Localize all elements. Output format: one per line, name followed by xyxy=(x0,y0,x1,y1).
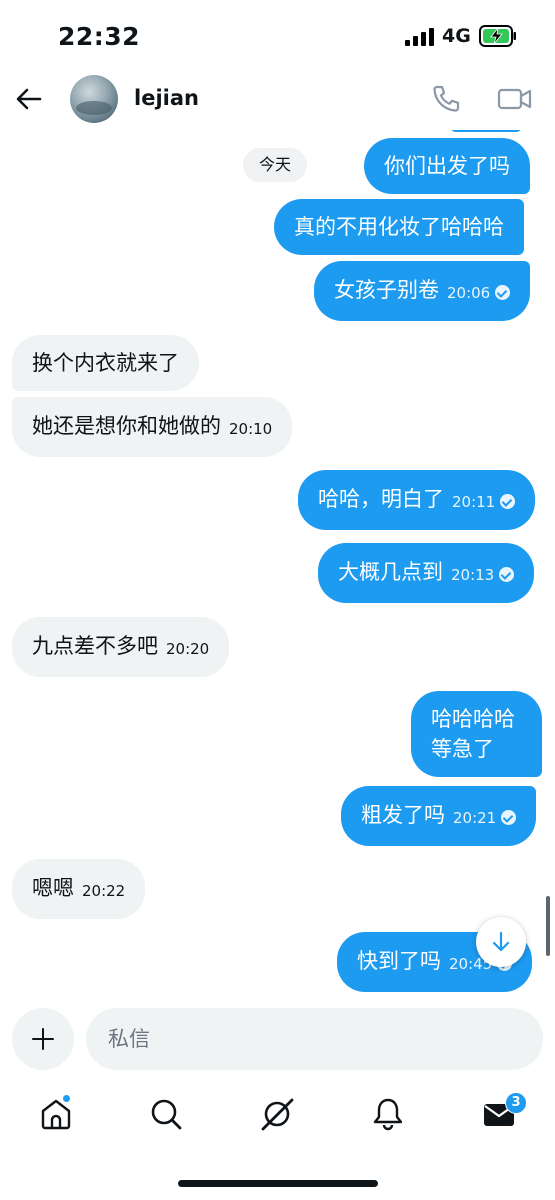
message-timestamp: 20:22 xyxy=(82,882,126,900)
message-text: 大概几点到 xyxy=(338,560,443,584)
message-text: 哈哈，明白了 xyxy=(318,487,444,511)
message-timestamp: 20:20 xyxy=(166,640,210,658)
message-bubble-outgoing[interactable]: 哈哈，明白了 20:11 xyxy=(298,470,536,530)
battery-charging-icon xyxy=(479,25,516,47)
bell-icon[interactable] xyxy=(370,1096,406,1132)
message-bubble-outgoing[interactable]: 你们出发了吗 xyxy=(364,138,530,194)
unread-count-badge: 3 xyxy=(505,1092,527,1114)
message-text-line: 哈哈哈哈 xyxy=(431,707,515,731)
message-text: 女孩子别卷 xyxy=(334,278,439,302)
status-bar: 22:32 4G xyxy=(0,0,555,70)
search-icon[interactable] xyxy=(148,1096,184,1132)
message-bubble-outgoing[interactable]: 哈哈哈哈 等急了 xyxy=(411,691,542,777)
read-check-icon xyxy=(500,493,516,509)
scroll-to-bottom-button[interactable] xyxy=(476,917,526,967)
bottom-tab-bar: 3 xyxy=(0,1080,555,1160)
message-bubble-incoming[interactable]: 换个内衣就来了 xyxy=(12,335,199,391)
read-check-icon xyxy=(501,809,517,825)
arrow-down-icon xyxy=(492,931,510,952)
home-indicator xyxy=(178,1180,378,1187)
message-bubble-outgoing[interactable]: 大概几点到 20:13 xyxy=(318,543,535,603)
video-call-icon[interactable] xyxy=(497,84,533,114)
read-check-icon xyxy=(495,284,511,300)
read-check-icon xyxy=(499,566,515,582)
message-text-line: 等急了 xyxy=(431,737,494,761)
back-arrow-icon[interactable] xyxy=(14,84,44,114)
phone-call-icon[interactable] xyxy=(430,83,462,115)
message-timestamp: 20:06 xyxy=(447,284,491,302)
message-timestamp: 20:10 xyxy=(229,420,273,438)
message-timestamp: 20:13 xyxy=(451,566,495,584)
message-bubble-incoming[interactable]: 她还是想你和她做的 20:10 xyxy=(12,397,293,457)
status-time: 22:32 xyxy=(58,22,141,51)
network-label: 4G xyxy=(442,25,471,47)
signal-icon xyxy=(405,28,435,46)
message-bubble-outgoing[interactable]: 女孩子别卷 20:06 xyxy=(314,261,531,321)
message-bubble-incoming[interactable]: 九点差不多吧 20:20 xyxy=(12,617,230,677)
message-bubble-incoming[interactable]: 嗯嗯 20:22 xyxy=(12,859,146,919)
scrollbar[interactable] xyxy=(546,896,550,956)
message-text: 九点差不多吧 xyxy=(32,634,158,658)
message-bubble-outgoing[interactable]: 粗发了吗 20:21 xyxy=(341,786,537,846)
previous-message-bubble-edge xyxy=(450,130,522,132)
message-text: 嗯嗯 xyxy=(32,876,74,900)
message-text: 快到了吗 xyxy=(357,949,441,973)
message-text: 她还是想你和她做的 xyxy=(32,414,221,438)
message-text: 粗发了吗 xyxy=(361,803,445,827)
add-attachment-button[interactable] xyxy=(12,1008,74,1070)
grok-icon[interactable] xyxy=(259,1096,295,1132)
message-timestamp: 20:21 xyxy=(453,809,497,827)
notification-dot xyxy=(62,1094,71,1103)
message-text: 换个内衣就来了 xyxy=(32,351,179,375)
contact-name[interactable]: lejian xyxy=(134,86,199,110)
message-input[interactable] xyxy=(86,1008,543,1070)
message-timestamp: 20:11 xyxy=(452,493,496,511)
message-text: 真的不用化妆了哈哈哈 xyxy=(294,215,504,239)
message-bubble-outgoing[interactable]: 真的不用化妆了哈哈哈 xyxy=(274,199,524,255)
message-composer xyxy=(0,1002,555,1078)
message-list[interactable]: 今天 你们出发了吗 真的不用化妆了哈哈哈 女孩子别卷 20:06 换个内衣就来了 … xyxy=(0,130,555,1002)
conversation-header: lejian xyxy=(0,70,555,130)
avatar[interactable] xyxy=(70,75,118,123)
message-text: 你们出发了吗 xyxy=(384,154,510,178)
date-separator: 今天 xyxy=(243,148,308,182)
